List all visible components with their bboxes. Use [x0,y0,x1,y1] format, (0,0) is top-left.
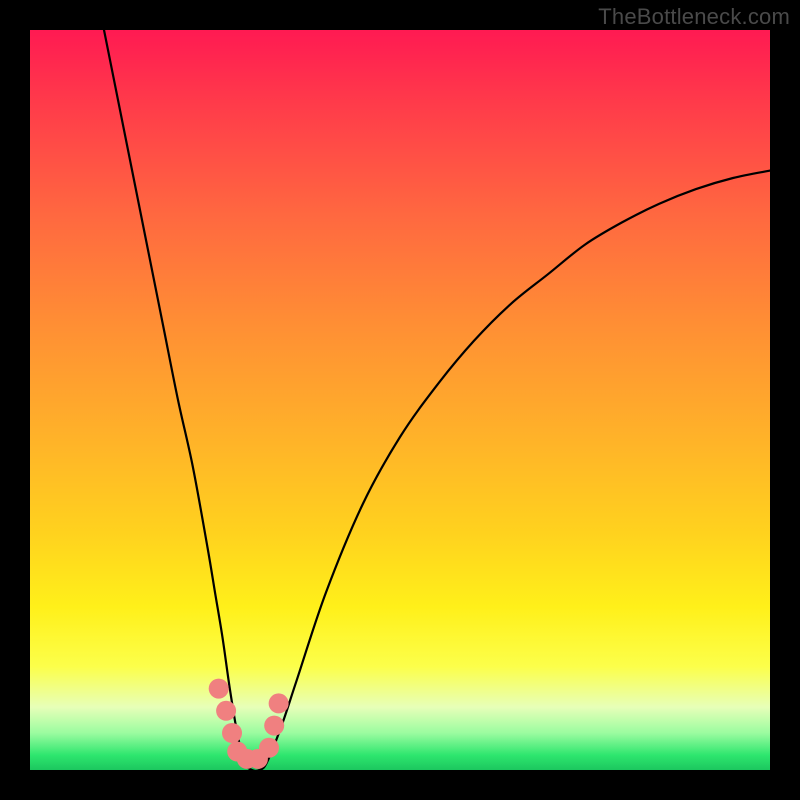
highlight-dot [269,693,289,713]
chart-frame: TheBottleneck.com [0,0,800,800]
highlight-dot [222,723,242,743]
plot-area [30,30,770,770]
curve-svg [30,30,770,770]
bottleneck-curve [104,30,770,771]
highlight-dot [216,701,236,721]
highlight-dot [264,716,284,736]
highlight-dot [259,738,279,758]
highlight-dots [209,679,289,769]
highlight-dot [209,679,229,699]
watermark-text: TheBottleneck.com [598,4,790,30]
